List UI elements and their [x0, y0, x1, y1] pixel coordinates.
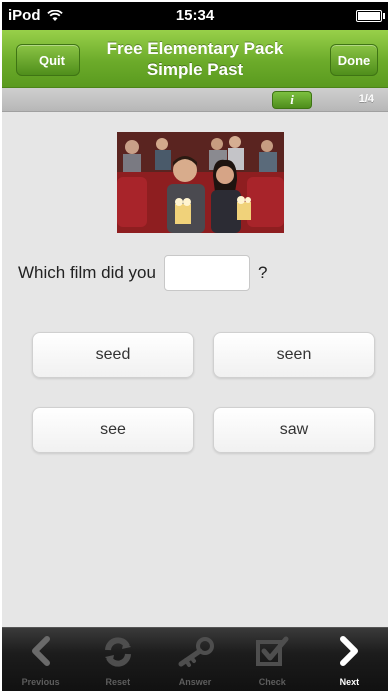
title-line-1: Free Elementary Pack — [106, 39, 284, 58]
option-button-seed[interactable]: seed — [32, 332, 194, 378]
done-label: Done — [337, 52, 371, 68]
answer-blank-field[interactable] — [163, 255, 250, 291]
info-button[interactable]: i — [272, 91, 312, 109]
option-button-seen[interactable]: seen — [213, 332, 375, 378]
info-bar: i 1/4 — [2, 88, 388, 112]
answer-button[interactable]: Answer — [156, 628, 233, 691]
quit-label: Quit — [39, 52, 65, 68]
next-button[interactable]: Next — [311, 628, 388, 691]
reset-label: Reset — [105, 677, 131, 687]
app-screen: iPod 15:34 Quit Free Elementary Pack Sim… — [0, 0, 390, 693]
check-icon — [256, 636, 289, 666]
done-button[interactable]: Done — [330, 44, 378, 76]
navigation-bar: Quit Free Elementary Pack Simple Past Do… — [2, 30, 388, 88]
answer-label: Answer — [178, 677, 212, 687]
question-text: Which film did you — [18, 263, 156, 282]
option-button-saw[interactable]: saw — [213, 407, 375, 453]
question-row: Which film did you ? — [18, 255, 267, 291]
check-label: Check — [258, 677, 286, 687]
chevron-left-icon — [31, 636, 50, 666]
previous-label: Previous — [21, 677, 60, 687]
page-title: Free Elementary Pack Simple Past — [92, 38, 298, 80]
next-label: Next — [339, 677, 360, 687]
title-line-2: Simple Past — [146, 60, 244, 79]
page-indicator: 1/4 — [358, 93, 374, 105]
key-icon — [178, 637, 214, 667]
question-mark: ? — [257, 263, 268, 282]
clock: 15:34 — [175, 7, 215, 24]
info-icon: i — [290, 92, 294, 107]
cinema-photo — [117, 132, 284, 233]
option-button-see[interactable]: see — [32, 407, 194, 453]
reset-icon — [104, 637, 131, 667]
quit-button[interactable]: Quit — [16, 44, 80, 76]
chevron-right-icon — [340, 636, 359, 666]
reset-button[interactable]: Reset — [79, 628, 156, 691]
bottom-toolbar: Previous Reset Answer Check Next — [2, 627, 388, 691]
check-button[interactable]: Check — [234, 628, 311, 691]
status-bar: iPod 15:34 — [2, 2, 388, 30]
battery-icon — [356, 10, 385, 22]
previous-button[interactable]: Previous — [2, 628, 79, 691]
